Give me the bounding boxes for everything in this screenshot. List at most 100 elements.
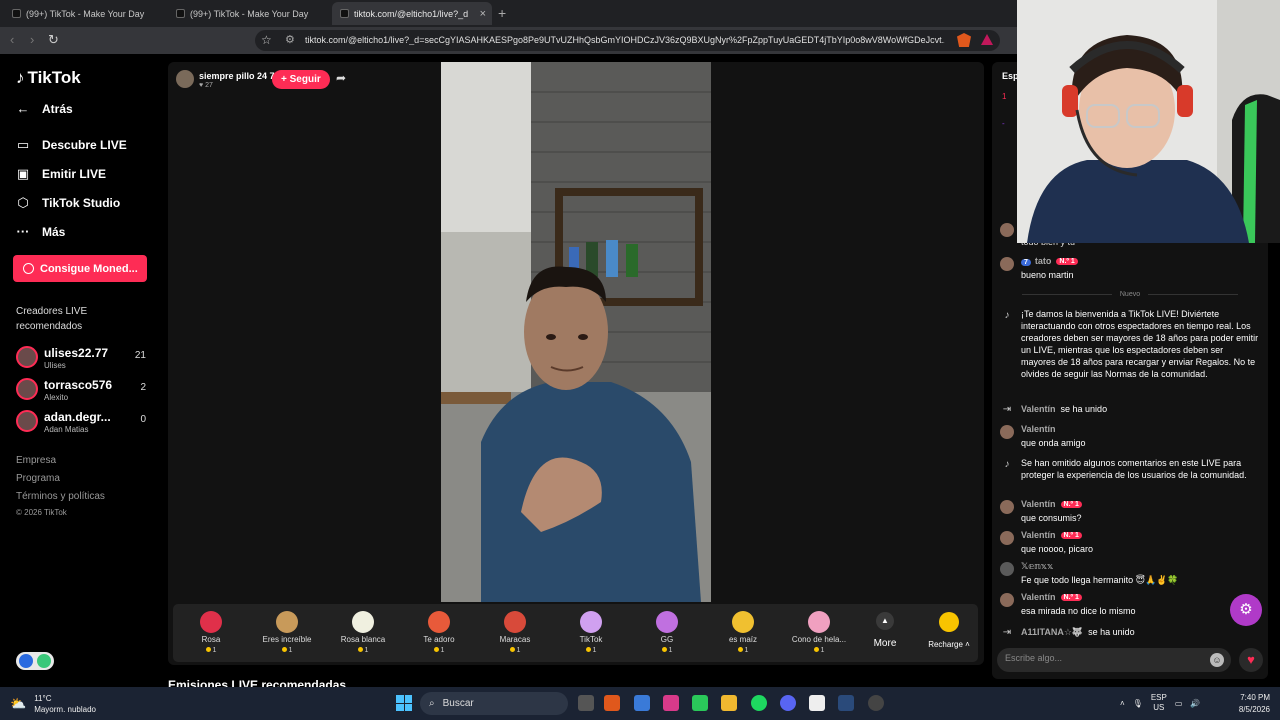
notion-icon[interactable] [809, 695, 825, 711]
corn-icon [732, 611, 754, 633]
message-text: que consumis? [1021, 513, 1082, 523]
app-toggle[interactable] [16, 652, 54, 670]
share-icon[interactable]: ➦ [336, 71, 346, 85]
studio-icon: ⬡ [17, 195, 29, 210]
creator-item[interactable]: torrasco576 Alexito 2 [16, 378, 146, 406]
microphone-icon[interactable]: 🎙 [1133, 699, 1143, 708]
new-tab-button[interactable]: + [498, 5, 506, 21]
creator-name: adan.degr... [44, 410, 111, 424]
tiktok-logo[interactable]: ♪ TikTok [16, 68, 81, 88]
whatsapp-icon[interactable] [692, 695, 708, 711]
gift-price: 1 [401, 647, 477, 654]
level-badge: 7 [1021, 259, 1031, 266]
gift-item[interactable]: Rosa blanca 1 [325, 608, 401, 654]
follow-button[interactable]: + Seguir [272, 70, 330, 89]
gift-item[interactable]: es maíz 1 [705, 608, 781, 654]
footer-link-terms[interactable]: Términos y políticas [16, 491, 105, 502]
footer-link-program[interactable]: Programa [16, 473, 60, 484]
brave-shield-icon[interactable] [957, 33, 971, 47]
tiktok-icon [176, 9, 185, 18]
language-indicator[interactable]: ESP US [1151, 693, 1167, 713]
chat-input[interactable] [1005, 653, 1205, 663]
avatar [1000, 500, 1014, 514]
nav-label: Emitir LIVE [42, 167, 107, 181]
clock[interactable]: 7:40 PM 8/5/2026 [1228, 692, 1270, 716]
more-label: More [873, 638, 897, 649]
gift-item[interactable]: Eres increíble 1 [249, 608, 325, 654]
heart-icon[interactable]: ♥ [1239, 648, 1263, 672]
search-label: Buscar [442, 698, 474, 709]
chat-input-container: ☺ [997, 648, 1231, 672]
tiktok-icon [12, 9, 21, 18]
brave-icon[interactable] [604, 695, 620, 711]
avatar [1000, 257, 1014, 271]
extension-icon[interactable] [981, 34, 993, 45]
more-gifts-button[interactable]: ▲ More [865, 610, 905, 649]
avatar [16, 410, 38, 432]
gift-bar: Rosa 1 Eres increíble 1 Rosa blanca 1 Te… [173, 604, 978, 662]
nav-tiktok-studio[interactable]: ⬡ TikTok Studio [16, 195, 120, 211]
gift-item[interactable]: Te adoro 1 [401, 608, 477, 654]
creator-nickname: Alexito [44, 393, 69, 402]
volume-icon[interactable]: 🔊 [1190, 699, 1200, 708]
message-username: Valentín N.º 1 [1021, 530, 1082, 540]
gear-icon[interactable]: ⚙ [1230, 594, 1262, 626]
back-link[interactable]: ← Atrás [16, 101, 73, 116]
gift-item[interactable]: TikTok 1 [553, 608, 629, 654]
instagram-icon[interactable] [663, 695, 679, 711]
likes-count: ♥ 27 [199, 82, 213, 89]
steam-icon[interactable] [838, 695, 854, 711]
back-label: Atrás [42, 101, 73, 116]
taskbar-search[interactable]: ⌕ Buscar [420, 692, 568, 715]
camera-icon: ▣ [16, 166, 30, 181]
gift-item[interactable]: Cono de hela... 1 [781, 608, 857, 654]
emoji-icon[interactable]: ☺ [1210, 653, 1224, 667]
reload-icon[interactable]: ↻ [48, 32, 59, 48]
weather-widget[interactable]: ⛅ 11°C Mayorm. nublado [10, 693, 96, 715]
url-text[interactable]: tiktok.com/@elticho1/live?_d=secCgYIASAH… [305, 35, 945, 45]
folder-icon[interactable] [721, 695, 737, 711]
avatar [1000, 562, 1014, 576]
site-info-icon[interactable]: ⚙ [285, 33, 295, 46]
chevron-up-icon[interactable]: ˄ [1120, 699, 1125, 708]
bookmark-icon[interactable]: ☆ [261, 33, 272, 47]
white-rose-icon [352, 611, 374, 633]
gift-name: es maíz [728, 635, 757, 644]
nav-more[interactable]: ··· Más [16, 224, 66, 239]
gift-name: Maracas [499, 635, 531, 644]
browser-tab[interactable]: (99+) TikTok - Make Your Day [4, 2, 164, 25]
gift-item[interactable]: Rosa 1 [173, 608, 249, 654]
message-username[interactable]: Valentín [1021, 404, 1056, 414]
creator-item[interactable]: adan.degr... Adan Matias 0 [16, 410, 146, 438]
get-coins-button[interactable]: Consigue Moned... [13, 255, 147, 282]
back-arrow-icon[interactable]: ‹ [10, 32, 14, 47]
nav-discover-live[interactable]: ▭ Descubre LIVE [16, 137, 127, 153]
system-tray: ˄ 🎙 ESP US ▭ 🔊 [1120, 693, 1200, 713]
obs-icon[interactable] [868, 695, 884, 711]
spotify-icon[interactable] [751, 695, 767, 711]
gift-item[interactable]: GG 1 [629, 608, 705, 654]
browser-tab-active[interactable]: tiktok.com/@elticho1/live?_d × [332, 2, 492, 25]
gift-item[interactable]: Maracas 1 [477, 608, 553, 654]
discord-icon[interactable] [780, 695, 796, 711]
streamer-name[interactable]: siempre pillo 24 7 [199, 71, 275, 81]
footer-link-company[interactable]: Empresa [16, 455, 56, 466]
live-video[interactable] [441, 62, 711, 602]
store-icon[interactable] [634, 695, 650, 711]
browser-tab[interactable]: (99+) TikTok - Make Your Day [168, 2, 328, 25]
message-username[interactable]: A11ITANA☆🐺 [1021, 627, 1083, 637]
chevron-up-icon: ▲ [876, 612, 894, 630]
recharge-button[interactable]: Recharge ˄ [921, 610, 977, 649]
tiktok-gift-icon [580, 611, 602, 633]
close-icon[interactable]: × [480, 8, 486, 20]
task-view-icon[interactable] [578, 695, 594, 711]
avatar[interactable] [176, 70, 194, 88]
creator-item[interactable]: ulises22.77 Ulises 21 [16, 346, 146, 374]
message-username: 𝕏𝕖𝕟𝕩𝕩 [1021, 561, 1054, 571]
message-username: 7 tato N.º 1 [1021, 256, 1078, 266]
network-icon[interactable]: ▭ [1175, 699, 1183, 708]
nav-go-live[interactable]: ▣ Emitir LIVE [16, 166, 106, 182]
windows-start-icon[interactable] [396, 695, 412, 711]
forward-arrow-icon[interactable]: › [30, 32, 34, 47]
address-bar[interactable]: ☆ ⚙ tiktok.com/@elticho1/live?_d=secCgYI… [255, 30, 1000, 51]
